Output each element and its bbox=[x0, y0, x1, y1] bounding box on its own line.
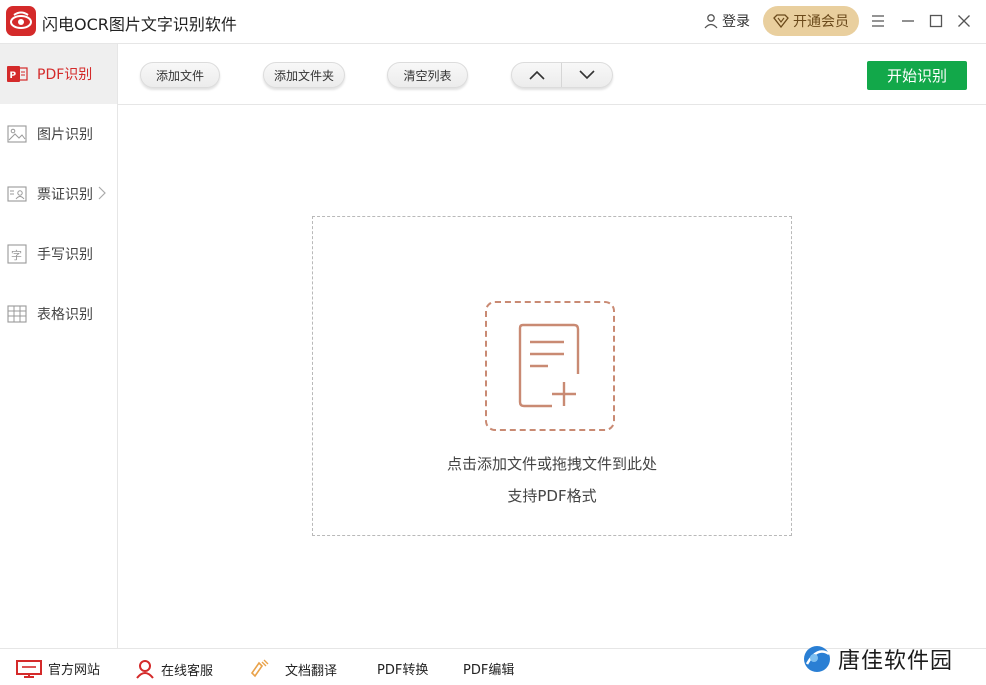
diamond-icon bbox=[773, 14, 789, 28]
add-folder-button[interactable]: 添加文件夹 bbox=[263, 62, 345, 88]
pdf-convert-label: PDF转换 bbox=[377, 663, 429, 678]
svg-text:P: P bbox=[10, 71, 17, 81]
sidebar-item-label: 表格识别 bbox=[37, 307, 93, 323]
translate-link[interactable]: 文档翻译 bbox=[249, 659, 337, 679]
image-icon bbox=[6, 123, 28, 145]
add-file-button[interactable]: 添加文件 bbox=[140, 62, 220, 88]
sidebar-item-image[interactable]: 图片识别 bbox=[0, 104, 117, 164]
pdf-edit-label: PDF编辑 bbox=[463, 663, 515, 678]
watermark-logo-icon bbox=[804, 646, 830, 672]
website-link[interactable]: 官方网站 bbox=[16, 659, 100, 678]
online-service-link[interactable]: 在线客服 bbox=[135, 659, 213, 679]
close-icon[interactable] bbox=[953, 10, 975, 32]
pdf-icon: P bbox=[6, 63, 28, 85]
svg-text:字: 字 bbox=[11, 248, 22, 262]
toolbar: 添加文件 添加文件夹 清空列表 开始识别 bbox=[118, 44, 986, 105]
user-icon bbox=[704, 14, 718, 29]
vip-label: 开通会员 bbox=[793, 14, 849, 30]
table-icon bbox=[6, 303, 28, 325]
sidebar-item-label: PDF识别 bbox=[37, 67, 93, 83]
pdf-convert-link[interactable]: PDF转换 bbox=[377, 659, 428, 678]
vip-button[interactable]: 开通会员 bbox=[763, 6, 859, 36]
login-button[interactable]: 登录 bbox=[703, 11, 750, 31]
sidebar-item-label: 票证识别 bbox=[37, 187, 93, 203]
sidebar-item-pdf[interactable]: P PDF识别 bbox=[0, 44, 117, 104]
chevron-right-icon bbox=[98, 186, 106, 200]
drop-hint: 点击添加文件或拖拽文件到此处 bbox=[446, 455, 657, 473]
pdf-edit-link[interactable]: PDF编辑 bbox=[463, 659, 514, 678]
supported-formats: 支持PDF格式 bbox=[507, 487, 597, 505]
translate-label: 文档翻译 bbox=[285, 663, 338, 679]
move-up-button[interactable] bbox=[512, 63, 562, 87]
maximize-icon[interactable] bbox=[925, 10, 947, 32]
online-service-label: 在线客服 bbox=[161, 663, 214, 679]
title-bar: 闪电OCR图片文字识别软件 登录 开通会员 bbox=[0, 0, 986, 44]
monitor-icon bbox=[16, 659, 42, 678]
watermark: 唐佳软件园 bbox=[802, 643, 953, 675]
sidebar-item-table[interactable]: 表格识别 bbox=[0, 284, 117, 344]
sidebar-item-handwriting[interactable]: 字 手写识别 bbox=[0, 224, 117, 284]
handwriting-icon: 字 bbox=[6, 243, 28, 265]
file-drop-zone[interactable]: 点击添加文件或拖拽文件到此处 支持PDF格式 bbox=[312, 216, 792, 536]
minimize-icon[interactable] bbox=[897, 10, 919, 32]
login-label: 登录 bbox=[722, 14, 750, 30]
app-logo-icon bbox=[6, 6, 36, 36]
menu-icon[interactable] bbox=[867, 10, 889, 32]
reorder-control bbox=[511, 62, 613, 88]
sidebar-item-label: 手写识别 bbox=[37, 247, 93, 263]
watermark-text: 唐佳软件园 bbox=[838, 649, 954, 674]
sidebar-item-ticket[interactable]: 票证识别 bbox=[0, 164, 117, 224]
add-document-icon bbox=[485, 301, 615, 431]
id-card-icon bbox=[6, 183, 28, 205]
customer-service-icon bbox=[136, 660, 154, 679]
move-down-button[interactable] bbox=[562, 63, 612, 87]
app-title: 闪电OCR图片文字识别软件 bbox=[42, 15, 237, 34]
website-label: 官方网站 bbox=[48, 663, 101, 678]
sidebar: P PDF识别 图片识别 票证识别 字 手写识别 表格识别 bbox=[0, 44, 118, 648]
chevron-down-icon bbox=[579, 70, 595, 80]
sidebar-item-label: 图片识别 bbox=[37, 127, 93, 143]
translate-icon bbox=[250, 659, 269, 678]
start-recognition-button[interactable]: 开始识别 bbox=[867, 61, 967, 90]
chevron-up-icon bbox=[528, 70, 545, 80]
clear-list-button[interactable]: 清空列表 bbox=[387, 62, 468, 88]
